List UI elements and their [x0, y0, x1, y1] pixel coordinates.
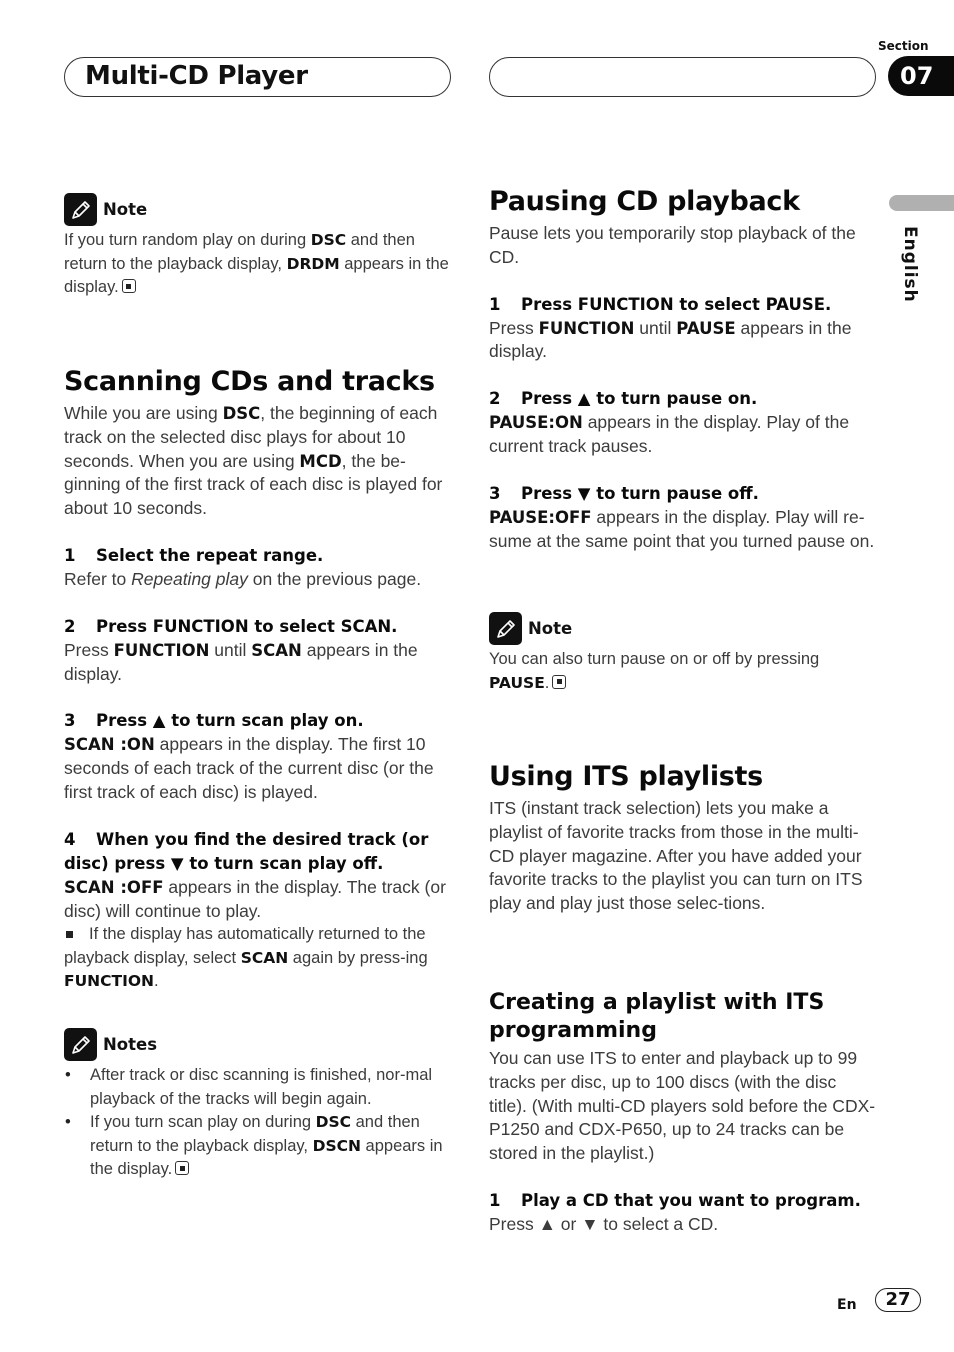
step-3: 3 Press ▼ to turn pause off. PAUSE:OFF ap…	[489, 483, 875, 551]
end-mark-icon	[552, 674, 567, 689]
square-bullet-icon	[66, 930, 73, 938]
step-3: 3 Press ▲ to turn scan play on. SCAN :ON …	[64, 711, 434, 802]
section-intro: While you are using DSC, the beginning o…	[64, 403, 443, 519]
note-random-play: Note If you turn random play on during D…	[64, 193, 454, 300]
section-pausing: Pausing CD playback Pause lets you tempo…	[489, 186, 879, 553]
section-scanning: Scanning CDs and tracks While you are us…	[64, 366, 454, 994]
note-title: Note	[103, 200, 148, 219]
list-item: If you turn scan play on during DSC and …	[64, 1111, 454, 1182]
subsection-heading: Creating a playlist with ITS programming	[489, 990, 825, 1043]
step-1: 1 Press FUNCTION to select PAUSE. Press F…	[489, 294, 852, 362]
step-1: 1 Select the repeat range. Refer to Repea…	[64, 545, 422, 589]
section-label: Section	[878, 39, 929, 53]
step-4-extra: If the display has automatically returne…	[64, 925, 428, 991]
note-text: If you turn random play on during DSC an…	[64, 231, 449, 296]
note-text: You can also turn pause on or off by pre…	[489, 650, 820, 692]
notes-scanning: Notes After track or disc scanning is fi…	[64, 1028, 454, 1182]
note-title: Note	[528, 619, 573, 638]
section-heading: Pausing CD playback	[489, 186, 800, 217]
step-2: 2 Press ▲ to turn pause on. PAUSE:ON appe…	[489, 389, 850, 456]
section-its: Using ITS playlists ITS (instant track s…	[489, 761, 879, 916]
pencil-note-icon	[489, 612, 522, 645]
section-number-badge: 07	[888, 56, 954, 96]
step-2: 2 Press FUNCTION to select SCAN. Press FU…	[64, 616, 418, 684]
language-code: En	[837, 1297, 857, 1313]
language-label: English	[900, 226, 920, 303]
section-heading: Scanning CDs and tracks	[64, 366, 435, 397]
section-intro: Pause lets you temporarily stop playback…	[489, 223, 856, 267]
header-title-frame: Multi-CD Player	[64, 57, 451, 97]
header-blank-frame	[489, 57, 876, 97]
step-1: 1 Play a CD that you want to program. Pre…	[489, 1190, 861, 1234]
section-intro: ITS (instant track selection) lets you m…	[489, 798, 863, 914]
list-item: After track or disc scanning is finished…	[64, 1064, 454, 1111]
end-mark-icon	[175, 1161, 190, 1175]
note-pause: Note You can also turn pause on or off b…	[489, 612, 879, 695]
pencil-note-icon	[64, 193, 97, 226]
section-creating-playlist: Creating a playlist with ITS programming…	[489, 989, 879, 1237]
language-tab	[889, 195, 954, 211]
end-mark-icon	[121, 279, 136, 293]
pencil-note-icon	[64, 1028, 97, 1061]
section-heading: Using ITS playlists	[489, 761, 763, 792]
header-title: Multi-CD Player	[85, 61, 308, 91]
step-4: 4 When you find the desired track (or dis…	[64, 828, 454, 994]
section-intro: You can use ITS to enter and playback up…	[489, 1048, 876, 1164]
page-number: 27	[875, 1288, 921, 1312]
note-title: Notes	[103, 1035, 158, 1054]
